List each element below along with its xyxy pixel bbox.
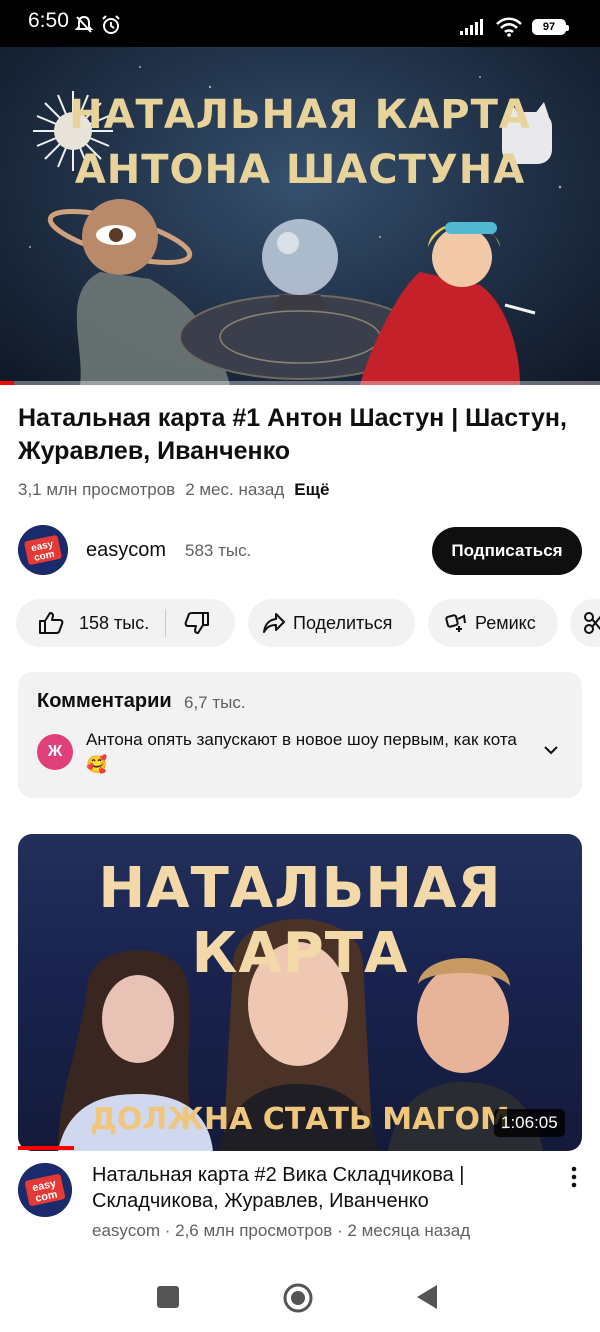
status-right-icons: 97 (460, 17, 569, 37)
like-icon (39, 612, 64, 634)
remix-icon (445, 614, 466, 632)
thumbnail-progress-bar (18, 1146, 74, 1150)
wifi-icon (496, 17, 522, 37)
video-title[interactable]: Натальная карта #1 Антон Шастун | Шастун… (18, 402, 578, 468)
battery-icon: 97 (532, 19, 569, 35)
recommended-channel-avatar[interactable]: easy com (18, 1163, 72, 1217)
share-icon (263, 613, 285, 633)
player-progress-fill (0, 381, 14, 385)
player-title-line2: АНТОНА ШАСТУНА (74, 147, 526, 193)
clip-button[interactable] (570, 599, 600, 647)
remix-button[interactable]: Ремикс (428, 599, 558, 647)
recommended-meta: easycom · 2,6 млн просмотров · 2 месяца … (92, 1221, 471, 1240)
clip-icon (584, 612, 600, 634)
comments-panel[interactable]: Комментарии 6,7 тыс. Ж Антона опять запу… (18, 672, 582, 798)
commenter-avatar: Ж (37, 734, 73, 770)
like-count: 158 тыс. (79, 612, 150, 633)
share-label: Поделиться (293, 612, 393, 633)
player-title-line1: НАТАЛЬНАЯ КАРТА (69, 92, 531, 138)
like-button[interactable]: 158 тыс. (16, 599, 149, 647)
dislike-icon (184, 612, 210, 634)
subscriber-count: 583 тыс. (185, 541, 252, 560)
signal-icon (460, 19, 483, 35)
more-vertical-icon[interactable] (570, 1166, 578, 1188)
comments-count: 6,7 тыс. (184, 693, 246, 712)
top-comment-text: Антона опять запускают в новое шоу первы… (86, 730, 517, 774)
thumbnail-title: НАТАЛЬНАЯ КАРТА (98, 856, 502, 986)
channel-logo: easy com (18, 525, 68, 575)
recommended-title[interactable]: Натальная карта #2 Вика Складчикова | Ск… (92, 1162, 532, 1214)
upload-age: 2 мес. назад (185, 480, 285, 499)
dislike-button[interactable] (166, 599, 210, 647)
video-player[interactable]: НАТАЛЬНАЯ КАРТА АНТОНА ШАСТУНА (0, 47, 600, 385)
more-button[interactable]: Ещё (294, 480, 329, 500)
share-button[interactable]: Поделиться (248, 599, 415, 647)
channel-name[interactable]: easycom (86, 539, 166, 562)
recommended-thumbnail[interactable]: НАТАЛЬНАЯ КАРТА ДОЛЖНА СТАТЬ МАГОМ (18, 834, 582, 1151)
nav-home-icon[interactable] (282, 1282, 314, 1314)
status-time: 6:50 (28, 9, 69, 32)
duration-badge: 1:06:05 (494, 1109, 565, 1137)
player-progress-track[interactable] (0, 381, 600, 385)
view-count: 3,1 млн просмотров (18, 480, 176, 499)
remix-label: Ремикс (475, 612, 536, 633)
chevron-down-icon[interactable] (542, 744, 560, 756)
subscribe-button[interactable]: Подписаться (432, 527, 582, 575)
alarm-icon (102, 15, 120, 34)
status-left-icons (74, 14, 122, 36)
channel-avatar[interactable]: easy com (18, 525, 68, 575)
nav-recents-icon[interactable] (157, 1286, 179, 1308)
nav-back-icon[interactable] (415, 1284, 439, 1310)
mute-icon (74, 15, 94, 33)
video-meta[interactable]: 3,1 млн просмотров 2 мес. назад Ещё (18, 480, 329, 500)
status-bar: 6:50 97 (0, 0, 600, 47)
like-dislike-chip: 158 тыс. (16, 599, 235, 647)
system-nav-bar (0, 1262, 600, 1332)
recommended-channel-logo: easy com (18, 1163, 72, 1217)
comments-header: Комментарии (37, 690, 172, 712)
